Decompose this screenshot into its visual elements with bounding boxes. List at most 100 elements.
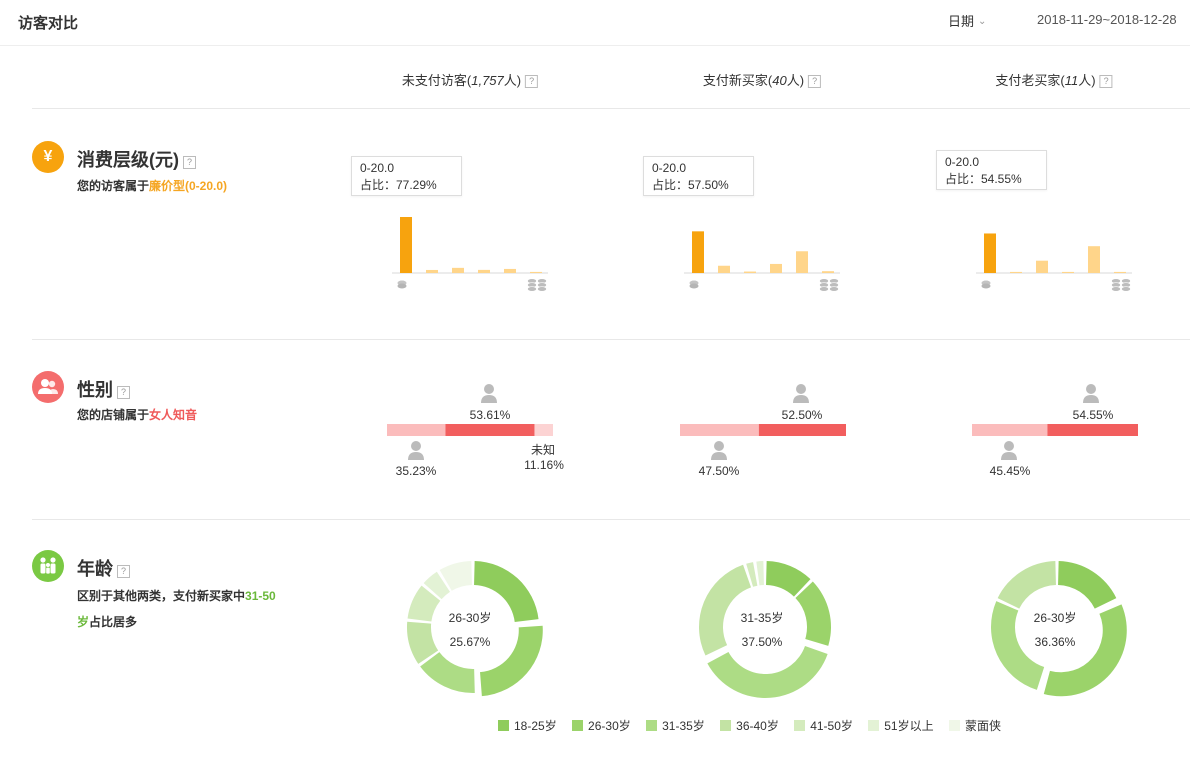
- section-desc-gender: 您的店铺属于女人知音: [77, 408, 198, 422]
- spend-bar: [426, 269, 438, 273]
- section-title-age: 年龄?: [77, 555, 130, 581]
- gender-bar: [387, 424, 553, 436]
- help-icon[interactable]: ?: [117, 386, 130, 399]
- help-icon[interactable]: ?: [1099, 75, 1113, 88]
- spend-bar: [504, 268, 516, 273]
- gender-bar-female: [758, 424, 846, 436]
- legend-swatch: [720, 720, 732, 731]
- chevron-down-icon: ⌄: [978, 16, 987, 27]
- spend-bar-chart: [976, 233, 1132, 292]
- donut-slice: [997, 561, 1056, 609]
- date-selector[interactable]: 日期 ⌄: [948, 11, 986, 30]
- legend-swatch: [948, 720, 960, 731]
- section-title-spend: 消费层级(元)?: [77, 146, 196, 172]
- bar-tooltip: 0-20.0 占比：77.29%: [351, 156, 462, 196]
- donut-slice: [1058, 561, 1117, 609]
- spend-bar: [1114, 271, 1126, 273]
- spend-bar: [984, 233, 996, 273]
- coin-icon: [981, 280, 991, 289]
- legend-item-masked[interactable]: 蒙面侠: [948, 717, 1001, 734]
- age-legend: 18-25岁 26-30岁 31-35岁 36-40岁 41-50岁 51岁以上…: [498, 717, 1013, 734]
- section-desc-spend: 您的访客属于廉价型(0-20.0): [77, 179, 228, 193]
- help-icon[interactable]: ?: [117, 565, 130, 578]
- unknown-label: 未知: [530, 443, 556, 457]
- section-title-gender: 性别?: [77, 376, 130, 402]
- spend-bar: [744, 271, 756, 273]
- coin-icon: [689, 280, 699, 289]
- legend-item-41-50[interactable]: 41-50岁: [794, 717, 853, 734]
- date-label: 日期: [948, 14, 975, 29]
- divider: [32, 108, 1190, 109]
- legend-item-51-plus[interactable]: 51岁以上: [868, 717, 934, 734]
- gender-bar-male: [680, 424, 759, 436]
- male-icon: [408, 441, 424, 460]
- legend-swatch: [794, 720, 806, 731]
- spend-bar: [530, 271, 542, 273]
- donut-center-label: 31-35岁 37.50%: [740, 611, 784, 649]
- spend-bar: [1010, 271, 1022, 273]
- gender-bar-unknown: [534, 424, 553, 436]
- female-icon: [481, 384, 497, 403]
- bar-tooltip: 0-20.0 占比：57.50%: [643, 156, 754, 196]
- spend-bar-chart: [392, 217, 548, 292]
- spend-bar: [822, 271, 834, 273]
- help-icon[interactable]: ?: [808, 75, 822, 88]
- female-percent: 54.55%: [1072, 408, 1114, 422]
- divider: [32, 339, 1190, 340]
- male-percent: 35.23%: [395, 464, 437, 478]
- gender-bar-female: [445, 424, 535, 436]
- coin-stack-icon: [527, 278, 547, 292]
- spend-bar: [770, 263, 782, 273]
- legend-swatch: [572, 720, 584, 731]
- spend-bar: [1062, 271, 1074, 273]
- female-icon: [1083, 384, 1099, 403]
- legend-item-36-40[interactable]: 36-40岁: [720, 717, 779, 734]
- female-icon: [793, 384, 809, 403]
- gender-bar-male: [387, 424, 446, 436]
- yen-icon: ¥: [32, 141, 64, 173]
- column-header-old-buyers: 支付老买家(11人)?: [995, 70, 1113, 89]
- users-icon: [32, 371, 64, 403]
- donut-center-label: 26-30岁 25.67%: [448, 611, 492, 649]
- donut-slice: [756, 561, 764, 586]
- legend-swatch: [868, 720, 880, 731]
- spend-bar: [478, 269, 490, 273]
- spend-bar: [400, 217, 412, 273]
- header-bar: 访客对比 日期 ⌄ 2018-11-29~2018-12-28: [0, 0, 1190, 46]
- page-title: 访客对比: [18, 15, 79, 32]
- legend-item-31-35[interactable]: 31-35岁: [646, 717, 705, 734]
- family-icon: [32, 550, 64, 582]
- spend-bar: [1088, 246, 1100, 273]
- male-icon: [1001, 441, 1017, 460]
- gender-bar-male: [972, 424, 1048, 436]
- spend-bar: [452, 267, 464, 273]
- legend-item-26-30[interactable]: 26-30岁: [572, 717, 631, 734]
- spend-bar-chart: [684, 231, 840, 292]
- column-header-new-buyers: 支付新买家(40人)?: [703, 70, 822, 89]
- female-percent: 52.50%: [781, 408, 823, 422]
- donut-slice: [420, 652, 475, 693]
- column-header-unpaid: 未支付访客(1,757人)?: [402, 70, 539, 89]
- unknown-percent: 11.16%: [524, 458, 564, 472]
- donut-center-label: 26-30岁 36.36%: [1033, 611, 1077, 649]
- help-icon[interactable]: ?: [183, 156, 196, 169]
- spend-bar: [796, 251, 808, 273]
- male-icon: [711, 441, 727, 460]
- divider: [32, 519, 1190, 520]
- gender-bar: [972, 424, 1138, 436]
- legend-swatch: [646, 720, 658, 731]
- help-icon[interactable]: ?: [525, 75, 539, 88]
- male-percent: 45.45%: [989, 464, 1031, 478]
- coin-icon: [397, 280, 407, 289]
- bar-tooltip: 0-20.0 占比：54.55%: [936, 150, 1047, 190]
- spend-bar: [1036, 260, 1048, 273]
- date-range-text[interactable]: 2018-11-29~2018-12-28: [1037, 12, 1177, 27]
- legend-item-18-25[interactable]: 18-25岁: [498, 717, 557, 734]
- gender-bar-female: [1047, 424, 1138, 436]
- spend-bar: [692, 231, 704, 273]
- legend-swatch: [498, 720, 509, 731]
- spend-bar: [718, 265, 730, 273]
- section-desc-age: 区别于其他两类，支付新买家中31-50岁占比居多: [77, 589, 276, 629]
- coin-stack-icon: [819, 278, 839, 292]
- gender-bar: [680, 424, 846, 436]
